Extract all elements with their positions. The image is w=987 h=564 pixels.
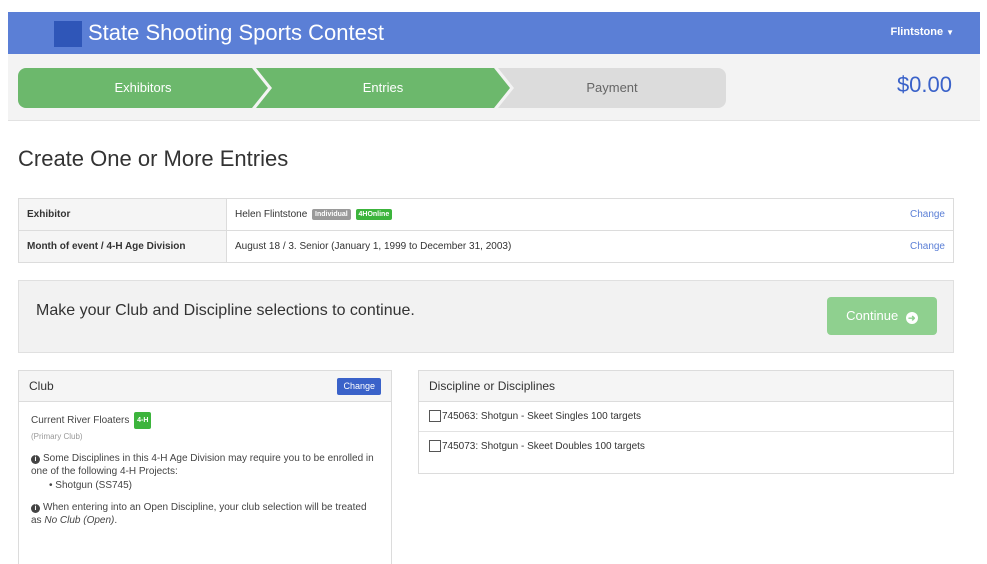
selection-alert: Make your Club and Discipline selections… (18, 280, 954, 353)
discipline-checkbox[interactable] (429, 440, 441, 453)
user-name: Flintstone (890, 26, 944, 38)
info-text-end: . (114, 515, 118, 526)
discipline-item[interactable]: 745063: Shotgun - Skeet Singles 100 targ… (419, 402, 953, 432)
change-division-link[interactable]: Change (883, 230, 954, 263)
step-progress: Exhibitors Entries Payment (18, 68, 726, 108)
summary-row-exhibitor: Exhibitor Helen Flintstone Individual 4H… (18, 198, 954, 231)
change-exhibitor-link[interactable]: Change (883, 198, 954, 231)
project-name: Shotgun (SS745) (55, 480, 132, 491)
discipline-panel: Discipline or Disciplines 745063: Shotgu… (418, 370, 954, 474)
step-exhibitors[interactable]: Exhibitors (18, 68, 268, 108)
4honline-badge: 4HOnline (355, 208, 393, 220)
top-navbar: State Shooting Sports Contest Flintstone… (8, 12, 980, 54)
alert-message: Make your Club and Discipline selections… (36, 302, 415, 319)
info-text: Some Disciplines in this 4-H Age Divisio… (31, 453, 374, 477)
info-circle-icon: i (31, 504, 40, 513)
open-discipline-info: i When entering into an Open Discipline, … (31, 501, 379, 527)
project-requirement-info: i Some Disciplines in this 4-H Age Divisi… (31, 452, 379, 492)
club-name-line: Current River Floaters 4-H (31, 412, 379, 429)
change-club-button[interactable]: Change (337, 378, 381, 395)
individual-badge: Individual (312, 208, 351, 220)
discipline-label: 745073: Shotgun - Skeet Doubles 100 targ… (442, 441, 645, 452)
discipline-checkbox[interactable] (429, 410, 441, 423)
step-entries[interactable]: Entries (256, 68, 510, 108)
discipline-label: 745063: Shotgun - Skeet Singles 100 targ… (442, 411, 642, 422)
progress-band: Exhibitors Entries Payment $0.00 (8, 54, 980, 121)
step-payment[interactable]: Payment (498, 68, 726, 108)
club-name: Current River Floaters (31, 415, 130, 427)
club-panel-header: Club Change (19, 371, 391, 402)
summary-row-age-division: Month of event / 4-H Age Division August… (18, 230, 954, 263)
discipline-panel-header: Discipline or Disciplines (419, 371, 953, 402)
club-heading: Club (29, 379, 54, 393)
exhibitor-name: Helen Flintstone (235, 209, 308, 221)
no-club-text: No Club (Open) (44, 515, 115, 526)
club-panel: Club Change Current River Floaters 4-H (… (18, 370, 392, 564)
arrow-circle-right-icon: ➜ (905, 312, 918, 324)
project-list-item: • Shotgun (SS745) (49, 480, 132, 491)
user-menu[interactable]: Flintstone ▼ (891, 26, 954, 38)
summary-label: Exhibitor (18, 198, 227, 231)
4h-badge: 4-H (134, 412, 152, 429)
continue-button[interactable]: Continue ➜ (827, 297, 937, 335)
page-title: Create One or More Entries (18, 146, 289, 171)
info-circle-icon: i (31, 455, 40, 464)
summary-value: August 18 / 3. Senior (January 1, 1999 t… (226, 230, 884, 263)
cart-total: $0.00 (896, 72, 952, 97)
caret-down-icon: ▼ (946, 28, 954, 37)
summary-label: Month of event / 4-H Age Division (18, 230, 227, 263)
discipline-item[interactable]: 745073: Shotgun - Skeet Doubles 100 targ… (419, 432, 953, 462)
entry-summary-table: Exhibitor Helen Flintstone Individual 4H… (18, 198, 954, 263)
club-panel-body: Current River Floaters 4-H (Primary Club… (19, 402, 391, 537)
primary-club-note: (Primary Club) (31, 432, 83, 441)
summary-value: Helen Flintstone Individual 4HOnline (226, 198, 884, 231)
logo[interactable] (54, 21, 82, 47)
app-title: State Shooting Sports Contest (88, 20, 384, 45)
continue-label: Continue (846, 308, 899, 323)
